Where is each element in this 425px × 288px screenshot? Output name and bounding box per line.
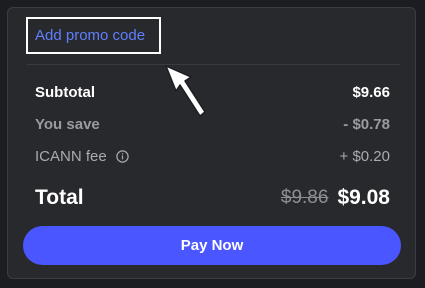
discounted-price: $9.08 [337, 186, 390, 209]
total-label: Total [35, 186, 84, 209]
pay-now-button[interactable]: Pay Now [23, 226, 401, 265]
subtotal-value: $9.66 [352, 83, 390, 101]
icann-fee-label: ICANN fee [35, 147, 107, 165]
subtotal-row: Subtotal $9.66 [35, 82, 390, 102]
icann-fee-label-group: ICANN fee [35, 148, 129, 165]
summary-divider [27, 64, 400, 65]
icann-fee-value: + $0.20 [339, 147, 390, 165]
savings-row: You save - $0.78 [35, 114, 390, 134]
total-prices: $9.86 $9.08 [281, 186, 390, 210]
savings-value: - $0.78 [343, 115, 390, 133]
icann-fee-row: ICANN fee + $0.20 [35, 146, 390, 166]
info-icon[interactable] [116, 149, 129, 163]
subtotal-label: Subtotal [35, 83, 95, 101]
add-promo-code-link[interactable]: Add promo code [35, 27, 145, 45]
original-price: $9.86 [280, 187, 329, 208]
savings-label: You save [35, 115, 100, 133]
total-row: Total $9.86 $9.08 [35, 184, 390, 212]
